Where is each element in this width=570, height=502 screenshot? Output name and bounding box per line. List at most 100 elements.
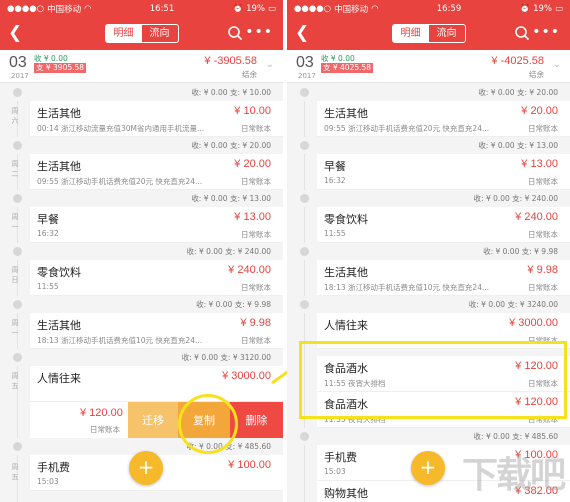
search-icon[interactable] <box>227 25 243 41</box>
summary-day: 03 <box>296 54 314 71</box>
alarm-icon: ⏰ <box>519 3 531 14</box>
list-item[interactable]: 人情往来 ¥ 3000.00 <box>30 366 283 402</box>
entry-title: 零食饮料 <box>37 266 81 279</box>
day-totals: 收: ¥ 0.00 支: ¥ 240.00 <box>186 247 271 256</box>
list-item[interactable]: 早餐 16:32 ¥ 13.00 日常账本 <box>317 154 570 190</box>
day-header: 收: ¥ 0.00 支: ¥ 3240.00 <box>287 296 570 313</box>
day-dot <box>13 300 22 309</box>
list-item[interactable]: 零食饮料 11:55 ¥ 240.00 日常账本 <box>30 260 283 296</box>
tab-detail[interactable]: 明细 <box>392 25 429 42</box>
more-icon[interactable]: ••• <box>532 25 560 39</box>
entry-title: 人情往来 <box>37 372 81 385</box>
search-icon[interactable] <box>514 25 530 41</box>
back-icon[interactable]: ❮ <box>295 23 313 43</box>
battery-label: 19% <box>246 3 265 14</box>
day-dot <box>300 247 309 256</box>
entry-account: 日常账本 <box>528 124 558 133</box>
entry-amount: ¥ 100.00 <box>228 459 271 471</box>
tab-flow[interactable]: 流向 <box>142 25 178 42</box>
entry-note: 09:55 浙江移动手机话费充值20元 快充直充24... <box>37 177 203 186</box>
list-item[interactable]: 生活其他 18:13 浙江移动手机话费充值10元 快充直充24... ¥ 9.98 日… <box>317 260 570 296</box>
time-label: 16:59 <box>436 3 462 14</box>
entry-title: 手机费 <box>324 451 357 464</box>
summary-total: ¥ -3905.58 <box>204 55 257 67</box>
tab-flow[interactable]: 流向 <box>429 25 465 42</box>
day-dot <box>13 247 22 256</box>
status-bar: ●●●●○ 中国移动 ◠ 16:51 ⏰ 19% ▭ <box>0 0 283 17</box>
entry-account: 日常账本 <box>241 336 271 345</box>
entry-note: 11:55 <box>37 282 59 291</box>
entry-note: 15:03 <box>37 477 59 486</box>
add-record-button[interactable]: + <box>129 451 163 485</box>
list-item[interactable]: 早餐 16:32 ¥ 13.00 日常账本 <box>30 207 283 243</box>
more-icon[interactable]: ••• <box>245 25 273 39</box>
day-dot <box>300 141 309 150</box>
carrier-label: 中国移动 <box>334 4 369 15</box>
entry-title: 人情往来 <box>324 319 368 332</box>
entry-amount: ¥ 9.98 <box>527 264 558 276</box>
entry-account: 日常账本 <box>241 230 271 239</box>
add-record-button[interactable]: + <box>411 451 445 485</box>
day-header: 收: ¥ 0.00 支: ¥ 240.00 <box>287 190 570 207</box>
entry-amount: ¥ 240.00 <box>228 264 271 276</box>
entry-note: 18:13 浙江移动手机话费充值10元 快充直充24... <box>324 283 490 292</box>
weekday-label: 周日 <box>11 266 19 284</box>
day-dot <box>13 194 22 203</box>
list-item[interactable]: 生活其他 09:55 浙江移动手机话费充值20元 快充直充24... ¥ 20.00… <box>30 154 283 190</box>
swipe-row-container: ¥ 120.00 日常账本 迁移 复制 删除 <box>0 402 283 438</box>
day-dot <box>13 88 22 97</box>
swiped-list-item[interactable]: ¥ 120.00 日常账本 迁移 复制 删除 <box>30 402 283 438</box>
entry-title: 零食饮料 <box>324 213 368 226</box>
day-totals: 收: ¥ 0.00 支: ¥ 13.00 <box>478 141 558 150</box>
swiped-amount: ¥ 120.00 <box>80 407 123 419</box>
day-totals: 收: ¥ 0.00 支: ¥ 485.60 <box>473 432 558 441</box>
day-header: 收: ¥ 0.00 支: ¥ 485.60 <box>287 428 570 445</box>
day-header: 收: ¥ 0.00 支: ¥ 9.98 <box>0 296 283 313</box>
entry-title: 早餐 <box>37 213 59 226</box>
list-item[interactable]: 生活其他 09:55 浙江移动手机话费充值20元 快充直充24... ¥ 20.00… <box>317 101 570 137</box>
month-summary[interactable]: 03 2017 收 ¥ 0.00 支 ¥ 4025.58 ¥ -4025.58 … <box>287 50 570 83</box>
back-icon[interactable]: ❮ <box>8 23 26 43</box>
move-button[interactable]: 迁移 <box>128 402 178 438</box>
battery-icon: ▭ <box>554 3 563 14</box>
day-totals: 收: ¥ 0.00 支: ¥ 13.00 <box>191 194 271 203</box>
day-header: 收: ¥ 0.00 支: ¥ 20.00 <box>287 84 570 101</box>
month-summary[interactable]: 03 2017 收 ¥ 0.00 支 ¥ 3905.58 ¥ -3905.58 … <box>0 50 283 83</box>
list-item[interactable]: 生活其他 18:13 浙江移动手机话费充值10元 快充直充24... ¥ 9.98 日… <box>30 313 283 349</box>
day-dot <box>300 432 309 441</box>
weekday-label: 周二 <box>11 160 19 178</box>
list-item[interactable]: 生活其他 00:14 浙江移动流量充值30M省内通用手机流量... ¥ 10.00 日… <box>30 101 283 137</box>
day-dot <box>300 88 309 97</box>
list-item[interactable]: 零食饮料 11:55 ¥ 240.00 日常账本 <box>317 207 570 243</box>
summary-year: 2017 <box>298 72 316 80</box>
entry-account: 日常账本 <box>528 230 558 239</box>
nav-bar: ❮ 明细 流向 ••• <box>287 17 570 50</box>
chevron-down-icon[interactable]: ⌄ <box>266 59 274 70</box>
highlight-box <box>299 341 567 419</box>
entry-amount: ¥ 9.98 <box>240 317 271 329</box>
day-totals: 收: ¥ 0.00 支: ¥ 9.98 <box>196 300 271 309</box>
entry-title: 生活其他 <box>324 266 368 279</box>
entry-amount: ¥ 20.00 <box>521 105 558 117</box>
entry-title: 购物其他 <box>324 487 368 500</box>
entry-account: 日常账本 <box>241 177 271 186</box>
swiped-account: 日常账本 <box>90 425 120 434</box>
record-list: 收: ¥ 0.00 支: ¥ 20.00 生活其他 09:55 浙江移动手机话费充… <box>287 84 570 502</box>
day-header: 收: ¥ 0.00 支: ¥ 20.00 <box>0 137 283 154</box>
time-label: 16:51 <box>149 3 175 14</box>
tab-detail[interactable]: 明细 <box>105 25 142 42</box>
left-phone-screen: ●●●●○ 中国移动 ◠ 16:51 ⏰ 19% ▭ ❮ 明细 流向 ••• 03 20… <box>0 0 283 502</box>
entry-note: 16:32 <box>37 229 59 238</box>
alarm-icon: ⏰ <box>232 3 244 14</box>
entry-account: 日常账本 <box>241 283 271 292</box>
chevron-down-icon[interactable]: ⌄ <box>553 59 561 70</box>
weekday-label: 周一 <box>11 319 19 337</box>
summary-year: 2017 <box>11 72 29 80</box>
day-totals: 收: ¥ 0.00 支: ¥ 9.98 <box>483 247 558 256</box>
delete-button[interactable]: 删除 <box>230 402 283 438</box>
highlight-circle <box>178 394 238 454</box>
entry-account: 日常账本 <box>241 124 271 133</box>
entry-amount: ¥ 13.00 <box>234 211 271 223</box>
entry-title: 手机费 <box>37 461 70 474</box>
day-dot <box>13 353 22 362</box>
